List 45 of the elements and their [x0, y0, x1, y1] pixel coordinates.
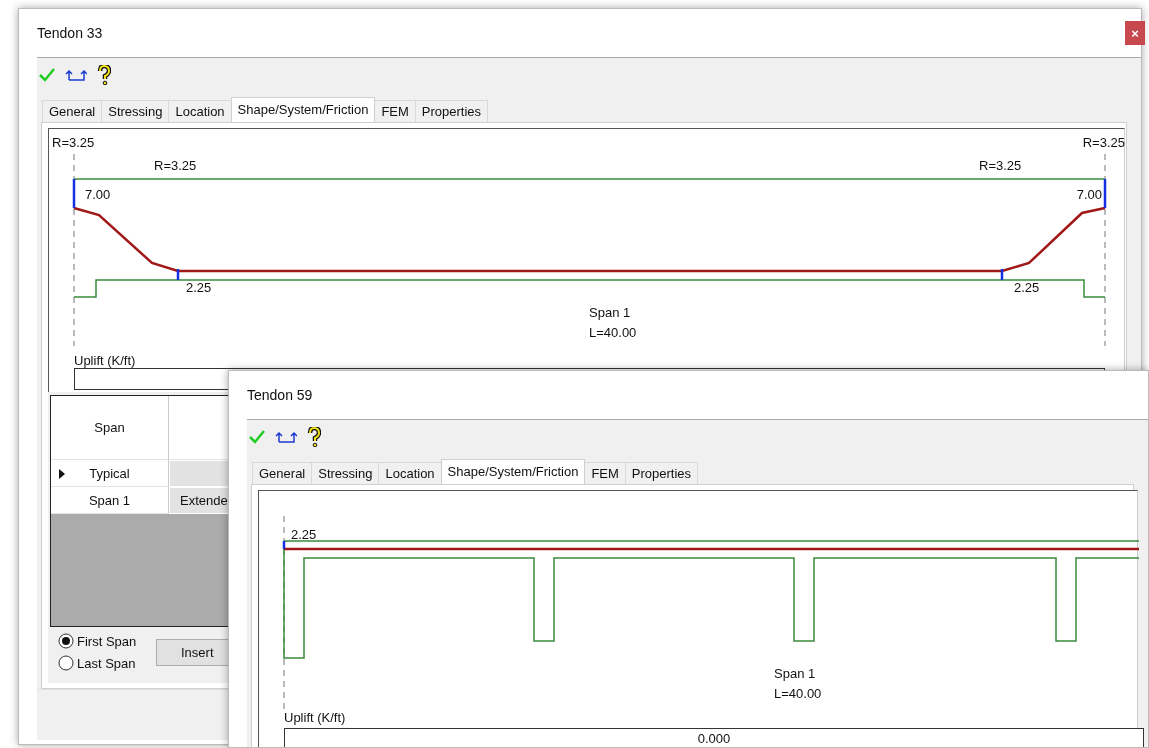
- tab[interactable]: Shape/System/Friction: [440, 459, 586, 484]
- dimension-tick: [282, 541, 286, 549]
- depth-label: 2.25: [186, 280, 212, 295]
- radio-option[interactable]: First Span: [58, 633, 137, 649]
- length-label: L=40.00: [589, 325, 637, 340]
- uplift-label: Uplift (K/ft): [74, 353, 136, 368]
- span-label: Span 1: [589, 305, 631, 320]
- radius-label: R=3.25: [979, 158, 1022, 173]
- tab[interactable]: Stressing: [101, 100, 170, 122]
- dimension-tick: [1000, 269, 1004, 280]
- depth-label: 2.25: [1014, 280, 1040, 295]
- help-icon[interactable]: [97, 65, 111, 85]
- span-label: Span 1: [774, 666, 816, 681]
- window-title: Tendon 33: [37, 25, 103, 41]
- help-icon[interactable]: [307, 427, 321, 447]
- tab[interactable]: Stressing: [311, 462, 380, 484]
- radius-label: R=3.25: [154, 158, 197, 173]
- dimension-tick: [72, 179, 76, 208]
- row-header-cell[interactable]: Span 1: [51, 487, 169, 514]
- length-label: L=40.00: [774, 686, 822, 701]
- tab[interactable]: General: [252, 462, 313, 484]
- depth-label: 2.25: [291, 527, 317, 542]
- return-arrows-icon[interactable]: [65, 68, 87, 82]
- radio-option[interactable]: Last Span: [58, 655, 137, 671]
- check-icon[interactable]: [39, 67, 55, 83]
- check-icon[interactable]: [249, 429, 265, 445]
- window-title: Tendon 59: [247, 387, 313, 403]
- uplift-field[interactable]: 0.000: [284, 728, 1144, 747]
- uplift-label: Uplift (K/ft): [284, 710, 346, 725]
- depth-label: 7.00: [1076, 187, 1102, 202]
- table-cell-text: Span 1: [88, 492, 131, 508]
- tab[interactable]: Shape/System/Friction: [230, 97, 376, 122]
- close-button[interactable]: ×: [1125, 21, 1145, 45]
- return-arrows-icon[interactable]: [275, 430, 297, 444]
- tab[interactable]: Properties: [624, 462, 699, 484]
- radius-label: R=3.25: [52, 135, 95, 150]
- radius-label: R=3.25: [1082, 135, 1125, 150]
- column-header: Span: [51, 396, 169, 460]
- dimension-tick: [176, 269, 180, 280]
- dimension-tick: [1103, 179, 1107, 208]
- table-cell-text: Typical: [89, 465, 130, 481]
- tab[interactable]: Properties: [414, 100, 489, 122]
- depth-label: 7.00: [85, 187, 111, 202]
- row-header-cell[interactable]: Typical: [51, 460, 169, 487]
- tab[interactable]: General: [42, 100, 103, 122]
